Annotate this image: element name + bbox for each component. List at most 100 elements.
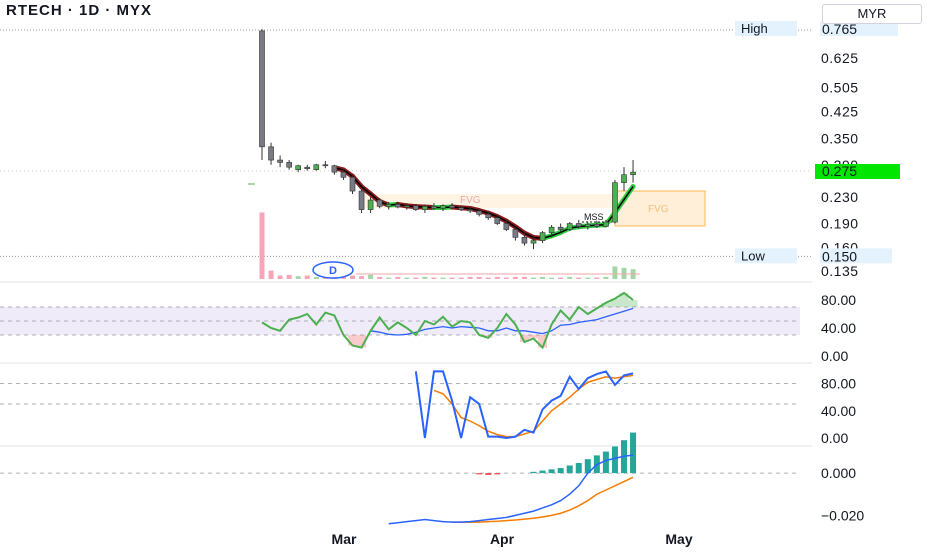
candle [558,227,563,229]
macd-histogram-bar [576,463,582,473]
candle [386,204,391,206]
stoch-tick: 40.00 [821,403,856,419]
volume-bar [585,278,590,279]
fvg-label-2: FVG [648,204,669,215]
candle [594,224,599,226]
volume-bar [450,278,455,279]
volume-bar [612,266,617,279]
chart-root: FVGFVGMSSD0.7650.6250.5050.4250.3500.290… [0,0,932,550]
macd-histogram-bar [549,469,555,473]
volume-bar [413,278,418,279]
candle [603,222,608,226]
candle [450,206,455,208]
volume-bar [603,277,608,279]
volume-bar [486,278,491,279]
price-tick: 0.135 [821,263,859,279]
price-tick: 0.190 [821,216,859,232]
volume-bar [477,277,482,279]
candle [278,160,283,162]
candle [576,224,581,227]
candle [468,210,473,211]
volume-bar [549,278,554,279]
currency-button[interactable]: MYR [822,4,922,24]
macd-histogram-bar [567,466,573,474]
volume-bar [576,278,581,279]
volume-bar [368,275,373,279]
price-tick: 0.230 [821,189,859,205]
candle [332,166,337,172]
mss-label: MSS [584,212,604,222]
low-tag-label: Low [741,248,765,263]
candle [413,206,418,210]
candle [631,172,636,175]
candle [504,224,509,230]
candle [404,206,409,207]
candle [549,227,554,232]
macd-histogram-bar [476,473,482,474]
macd-histogram-bar [603,452,609,474]
volume-bar [305,276,310,280]
rsi-oversold-fill [348,335,357,346]
volume-bar [422,277,427,279]
candle [359,191,364,210]
chart-title: RTECH · 1D · MYX [6,2,152,19]
price-tick: 0.425 [821,104,859,120]
volume-bar [558,278,563,279]
candle [395,204,400,207]
time-tick: Apr [490,531,515,547]
macd-histogram-bar [612,447,618,474]
candle [368,200,373,210]
macd-histogram-bar [630,433,636,474]
macd-histogram-bar [531,472,537,473]
candle [612,183,617,222]
low-value: 0.150 [822,248,857,264]
price-tick: 0.505 [821,80,859,96]
candle [522,237,527,243]
volume-bar [296,276,301,279]
candle [513,229,518,237]
candle [459,208,464,210]
candle [314,165,319,170]
volume-bar [531,278,536,279]
candle [431,206,436,208]
volume-bar [260,213,265,280]
volume-bar [404,278,409,279]
candle [260,31,265,147]
last-price: 0.275 [822,163,857,179]
candle [495,218,500,224]
rsi-overbought-fill [629,300,638,307]
candle [350,177,355,191]
volume-bar [567,277,572,279]
high-tag-label: High [741,21,768,36]
volume-bar [314,277,319,279]
candle [287,162,292,167]
candle [531,241,536,244]
volume-bar [386,278,391,279]
volume-bar [350,276,355,280]
volume-bar [441,278,446,279]
volume-bar [431,278,436,279]
volume-bar [287,275,292,279]
candle [305,167,310,168]
rsi-tick: 40.00 [821,320,856,336]
candle [567,224,572,230]
candle [477,211,482,214]
chart-canvas[interactable]: FVGFVGMSSD0.7650.6250.5050.4250.3500.290… [0,0,932,550]
volume-bar [504,278,509,279]
macd-histogram-bar [485,473,491,475]
candle [323,165,328,166]
candle [622,175,627,183]
candle [296,166,301,170]
volume-bar [522,277,527,279]
volume-bar [594,278,599,279]
candle [422,206,427,209]
candle [585,224,590,226]
volume-bar [377,277,382,279]
stoch-tick: 80.00 [821,376,856,392]
volume-bar [278,276,283,280]
macd-histogram-bar [494,473,500,474]
stoch-tick: 0.00 [821,430,848,446]
price-tick: 0.350 [821,131,859,147]
dividend-badge-label: D [329,265,337,277]
volume-bar [359,276,364,279]
